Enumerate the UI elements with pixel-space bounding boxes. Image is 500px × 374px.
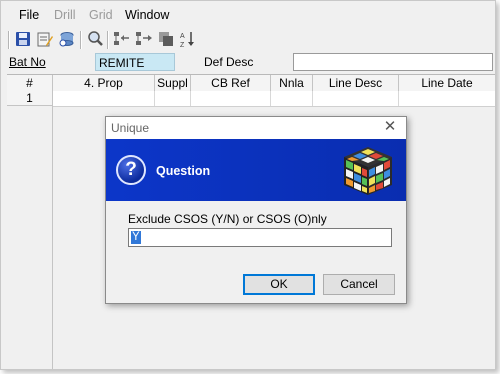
row-number[interactable]: 1 (7, 91, 53, 106)
tree-expand-icon[interactable] (135, 30, 153, 48)
cell-line-desc[interactable] (313, 91, 399, 106)
menu-drill[interactable]: Drill (54, 5, 76, 25)
column-header-cb-ref[interactable]: CB Ref (191, 75, 271, 91)
answer-value: Y (131, 231, 141, 244)
question-icon: ? (116, 155, 146, 185)
dialog-heading: Question (156, 164, 211, 178)
edit-icon[interactable] (36, 30, 54, 48)
toolbar-separator (80, 31, 82, 49)
close-icon[interactable]: ✕ (382, 119, 398, 135)
dialog-title-bar[interactable]: Unique ✕ (106, 117, 406, 140)
cell-prop[interactable] (53, 91, 155, 106)
batch-number-label: Bat No (9, 55, 46, 69)
question-dialog: Unique ✕ ? Question Exclude CSOS (Y/N) o… (105, 116, 407, 304)
cell-nnla[interactable] (271, 91, 313, 106)
batch-number-field[interactable]: REMITE (95, 53, 175, 71)
def-desc-field[interactable] (293, 53, 493, 71)
dialog-banner: ? Question (106, 139, 406, 201)
menu-window[interactable]: Window (125, 5, 169, 25)
save-icon[interactable] (14, 30, 32, 48)
column-header-number[interactable]: # (7, 75, 53, 91)
column-header-prop[interactable]: 4. Prop (53, 75, 155, 91)
grid-header: # 4. Prop Suppl CB Ref Nnla Line Desc Li… (7, 74, 495, 92)
copy-icon[interactable] (157, 30, 175, 48)
menu-file[interactable]: File (19, 5, 39, 25)
sort-az-icon[interactable]: A Z (179, 30, 197, 48)
rubiks-cube-icon (344, 147, 392, 195)
ok-button[interactable]: OK (243, 274, 315, 295)
column-header-line-desc[interactable]: Line Desc (313, 75, 399, 91)
toolbar: A Z (1, 27, 495, 53)
cell-line-date[interactable] (399, 91, 495, 106)
cell-suppl[interactable] (155, 91, 191, 106)
tree-collapse-icon[interactable] (113, 30, 131, 48)
toolbar-separator (8, 31, 10, 49)
batch-row: Bat No REMITE Def Desc (1, 53, 495, 72)
dialog-prompt: Exclude CSOS (Y/N) or CSOS (O)nly (128, 212, 327, 226)
svg-text:Z: Z (180, 42, 185, 48)
column-header-nnla[interactable]: Nnla (271, 75, 313, 91)
column-header-suppl[interactable]: Suppl (155, 75, 191, 91)
def-desc-label: Def Desc (204, 55, 254, 69)
menu-grid[interactable]: Grid (89, 5, 113, 25)
database-refresh-icon[interactable] (58, 30, 76, 48)
svg-text:A: A (180, 33, 185, 40)
row-header-column (7, 91, 53, 369)
table-row[interactable] (7, 91, 495, 107)
toolbar-separator (107, 31, 109, 49)
cancel-button[interactable]: Cancel (323, 274, 395, 295)
answer-input[interactable]: Y (128, 228, 392, 247)
menu-bar: File Drill Grid Window (1, 5, 495, 25)
column-header-line-date[interactable]: Line Date (399, 75, 495, 91)
dialog-title: Unique (111, 121, 150, 135)
search-icon[interactable] (86, 30, 104, 48)
cell-cb-ref[interactable] (191, 91, 271, 106)
